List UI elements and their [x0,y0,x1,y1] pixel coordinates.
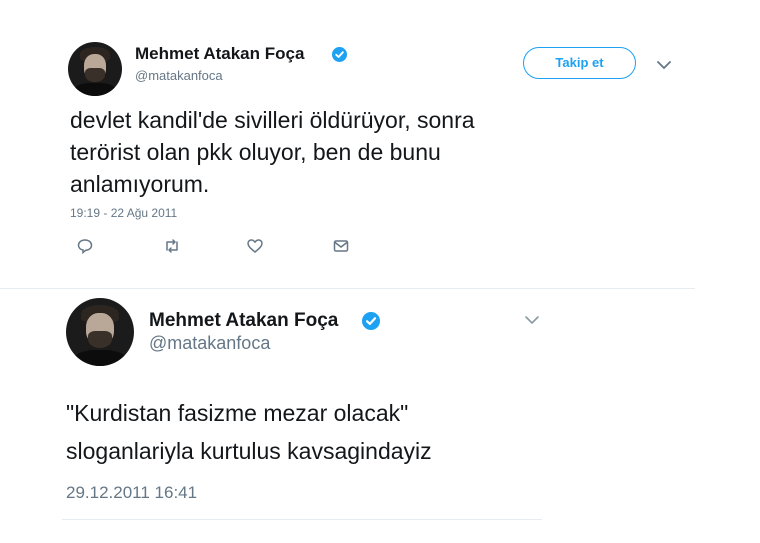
divider [62,519,542,520]
retweet-icon[interactable] [163,237,181,255]
tweet-text: devlet kandil'de sivilleri öldürüyor, so… [70,104,630,200]
verified-badge-icon [362,312,380,330]
tweet-card-1: Mehmet Atakan Foça @matakanfoca Takip et… [0,0,760,290]
verified-badge-icon [332,47,347,62]
tweet-timestamp[interactable]: 29.12.2011 16:41 [66,483,197,503]
author-handle[interactable]: @matakanfoca [135,68,223,83]
chevron-down-icon[interactable] [656,60,672,70]
chevron-down-icon[interactable] [524,315,540,325]
direct-message-icon[interactable] [332,237,350,255]
avatar[interactable] [66,298,134,366]
tweet-text-line: "Kurdistan fasizme mezar olacak" [66,400,409,426]
follow-button[interactable]: Takip et [523,47,636,79]
author-name[interactable]: Mehmet Atakan Foça [149,310,338,332]
author-name[interactable]: Mehmet Atakan Foça [135,44,304,64]
avatar[interactable] [68,42,122,96]
tweet-text: "Kurdistan fasizme mezar olacak" sloganl… [66,394,566,470]
tweet-text-line: devlet kandil'de sivilleri öldürüyor, so… [70,107,475,133]
tweet-text-line: anlamıyorum. [70,171,210,197]
like-icon[interactable] [246,237,264,255]
author-handle[interactable]: @matakanfoca [149,333,270,354]
divider [0,288,695,289]
tweet-text-line: sloganlariyla kurtulus kavsagindayiz [66,438,432,464]
tweet-timestamp[interactable]: 19:19 - 22 Ağu 2011 [70,206,177,220]
tweet-text-line: terörist olan pkk oluyor, ben de bunu [70,139,441,165]
reply-icon[interactable] [76,237,94,255]
